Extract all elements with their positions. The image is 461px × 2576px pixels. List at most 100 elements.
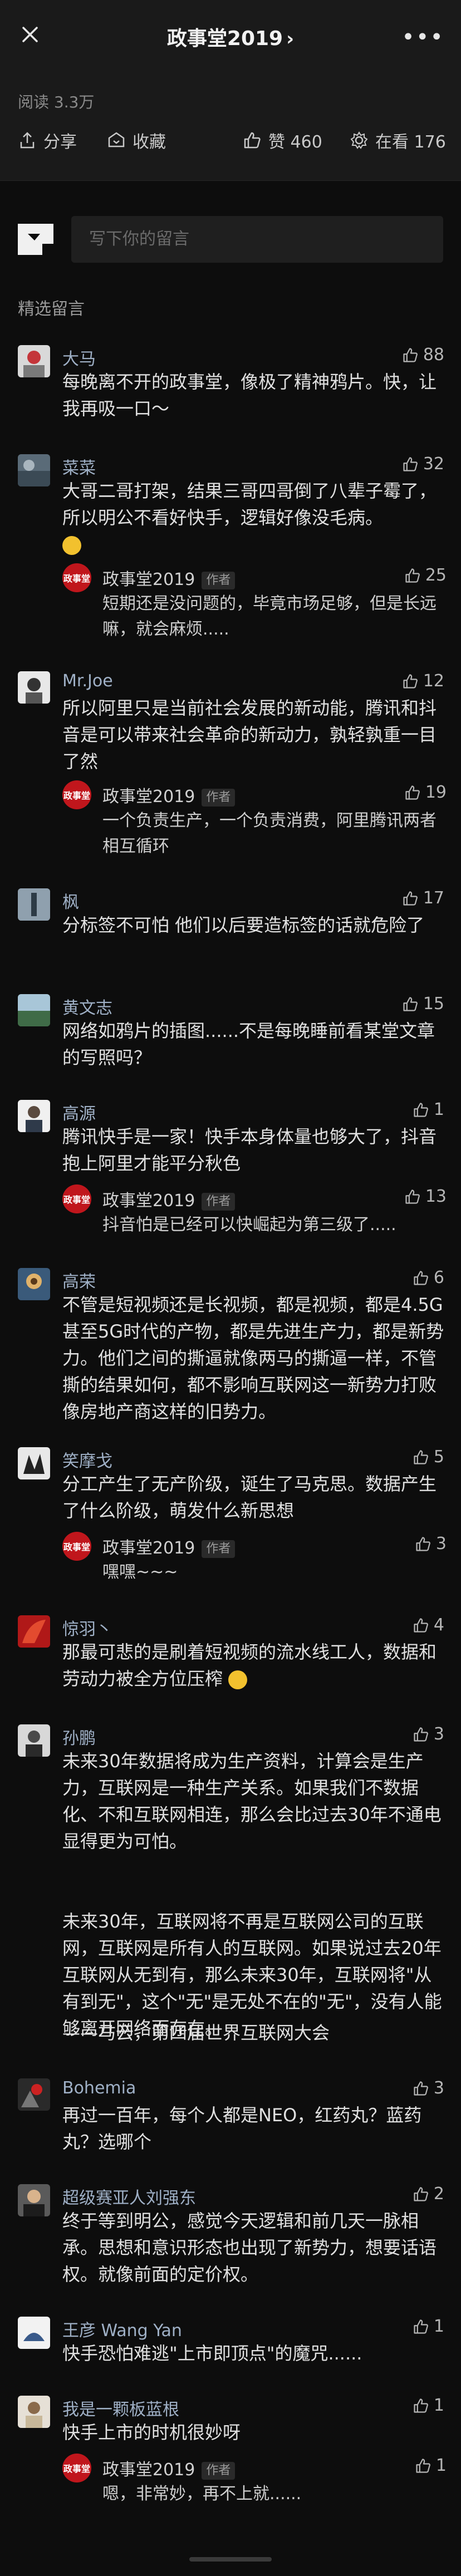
like-button[interactable]: 88 — [402, 345, 444, 365]
like-count: 1 — [433, 2396, 444, 2415]
reply-text: 一个负责生产，一个负责消费，阿里腾讯两者相互循环 — [102, 811, 437, 856]
like-button[interactable]: 2 — [413, 2184, 444, 2204]
thumbs-up-icon — [414, 2319, 428, 2334]
avatar[interactable] — [18, 994, 50, 1026]
like-button[interactable]: 5 — [413, 1447, 444, 1467]
comment-text-paragraph-3: ——马云，第四届世界互联网大会 — [62, 2022, 330, 2043]
reply-text: 抖音怕是已经可以快崛起为第三级了..... — [102, 1215, 396, 1235]
username[interactable]: Mr.Joe — [62, 671, 113, 691]
favorite-button[interactable]: 收藏 — [107, 128, 166, 153]
avatar[interactable] — [18, 2184, 50, 2216]
like-button[interactable]: 12 — [402, 671, 444, 691]
avatar[interactable] — [18, 345, 50, 377]
like-button[interactable]: 赞 460 — [243, 128, 322, 153]
author-avatar[interactable]: 政事堂 — [62, 1532, 91, 1561]
like-button[interactable]: 3 — [415, 1534, 447, 1554]
cat-emoji-icon — [62, 536, 81, 555]
like-button[interactable]: 25 — [404, 566, 447, 585]
comment-text: 网络如鸦片的插图......不是每晚睡前看某堂文章的写照吗？ — [62, 1020, 435, 1068]
author-avatar[interactable]: 政事堂 — [62, 2454, 91, 2482]
comment-text: 快手上市的时机很妙呀 — [62, 2422, 241, 2443]
author-name-text: 政事堂2019 — [102, 1538, 195, 1558]
username[interactable]: 大马 — [62, 345, 96, 370]
watching-button[interactable]: 在看 176 — [350, 128, 446, 153]
comment-text-content: 那最可悲的是刷着短视频的流水线工人，数据和劳动力被全方位压榨 — [62, 1641, 437, 1689]
like-button[interactable]: 32 — [402, 454, 444, 474]
like-button[interactable]: 13 — [404, 1187, 447, 1206]
username[interactable]: 笑摩戈 — [62, 1447, 112, 1472]
like-button[interactable]: 17 — [402, 888, 444, 908]
avatar[interactable] — [18, 2396, 50, 2428]
like-count: 19 — [425, 783, 447, 802]
thumbs-up-icon — [416, 2458, 430, 2473]
username[interactable]: 高源 — [62, 1100, 96, 1124]
comment-input[interactable]: 写下你的留言 — [71, 216, 443, 263]
username[interactable]: 我是一颗板蓝根 — [62, 2396, 179, 2420]
username[interactable]: 枫 — [62, 888, 79, 913]
article-header: 阅读 3.3万 分享 收藏 赞 460 在看 176 — [0, 71, 461, 181]
comment-text-content: 大哥二哥打架，结果三哥四哥倒了八辈子霉了，所以明公不看好快手，逻辑好像没毛病。 — [62, 480, 437, 528]
username[interactable]: 王彦 Wang Yan — [62, 2317, 182, 2341]
username[interactable]: 高荣 — [62, 1268, 96, 1292]
avatar[interactable] — [18, 454, 50, 486]
like-count: 4 — [433, 1615, 444, 1635]
avatar[interactable] — [18, 1100, 50, 1132]
like-count: 5 — [433, 1447, 444, 1467]
username[interactable]: Bohemia — [62, 2078, 136, 2098]
thumbs-up-icon — [414, 2081, 428, 2096]
author-name[interactable]: 政事堂2019 作者 — [102, 1534, 236, 1559]
like-button[interactable]: 4 — [413, 1615, 444, 1635]
like-count: 1 — [433, 2317, 444, 2336]
like-button[interactable]: 3 — [413, 1724, 444, 1744]
author-name[interactable]: 政事堂2019 作者 — [102, 566, 236, 590]
thumbs-up-icon — [403, 456, 418, 471]
comment-text: 分标签不可怕 他们以后要造标签的话就危险了 — [62, 915, 425, 936]
author-avatar[interactable]: 政事堂 — [62, 563, 91, 592]
username[interactable]: 黄文志 — [62, 994, 112, 1019]
avatar[interactable] — [18, 2078, 50, 2111]
like-button[interactable]: 1 — [413, 2396, 444, 2415]
share-button[interactable]: 分享 — [18, 128, 77, 153]
chevron-right-icon: › — [286, 28, 295, 50]
avatar[interactable] — [18, 1724, 50, 1757]
username[interactable]: 孙鹏 — [62, 1724, 96, 1749]
comment-text: 那最可悲的是刷着短视频的流水线工人，数据和劳动力被全方位压榨 — [62, 1639, 447, 1692]
comment-text: 终于等到明公，感觉今天逻辑和前几天一脉相承。思想和意识形态也出现了新势力，想要话… — [62, 2210, 437, 2285]
like-count: 32 — [423, 454, 444, 474]
reply-text: 嘿嘿~~~ — [102, 1562, 178, 1582]
share-icon — [20, 132, 35, 149]
author-name[interactable]: 政事堂2019 作者 — [102, 2456, 236, 2480]
avatar[interactable] — [18, 1268, 50, 1300]
more-icon[interactable]: ••• — [401, 24, 444, 50]
author-name[interactable]: 政事堂2019 作者 — [102, 783, 236, 807]
username[interactable]: 惊羽丶 — [62, 1615, 112, 1640]
avatar[interactable] — [18, 888, 50, 921]
username[interactable]: 菜菜 — [62, 454, 96, 479]
like-button[interactable]: 15 — [402, 994, 444, 1014]
author-name[interactable]: 政事堂2019 作者 — [102, 1187, 236, 1211]
avatar[interactable] — [18, 1615, 50, 1648]
like-count: 3 — [435, 1534, 447, 1554]
author-badge: 作者 — [202, 571, 236, 589]
thumbs-up-icon — [414, 2186, 428, 2201]
action-bar: 分享 收藏 赞 460 在看 176 — [0, 128, 461, 159]
username[interactable]: 超级赛亚人刘强东 — [62, 2184, 196, 2209]
page-title[interactable]: 政事堂2019 › — [0, 22, 461, 51]
like-button[interactable]: 1 — [413, 2317, 444, 2336]
avatar[interactable] — [18, 1447, 50, 1479]
like-button[interactable]: 3 — [413, 2078, 444, 2098]
like-button[interactable]: 1 — [413, 1100, 444, 1119]
avatar[interactable] — [18, 2317, 50, 2349]
author-avatar[interactable]: 政事堂 — [62, 780, 91, 809]
author-avatar[interactable]: 政事堂 — [62, 1184, 91, 1213]
thumbs-up-icon — [405, 1189, 420, 1204]
like-button[interactable]: 6 — [413, 1268, 444, 1287]
like-count: 1 — [435, 2456, 447, 2475]
thumbs-up-icon — [403, 347, 418, 362]
author-name-text: 政事堂2019 — [102, 787, 195, 807]
avatar[interactable] — [18, 671, 50, 704]
like-button[interactable]: 19 — [404, 783, 447, 802]
like-button[interactable]: 1 — [415, 2456, 447, 2475]
author-badge: 作者 — [202, 1192, 236, 1211]
home-indicator — [189, 2557, 272, 2562]
